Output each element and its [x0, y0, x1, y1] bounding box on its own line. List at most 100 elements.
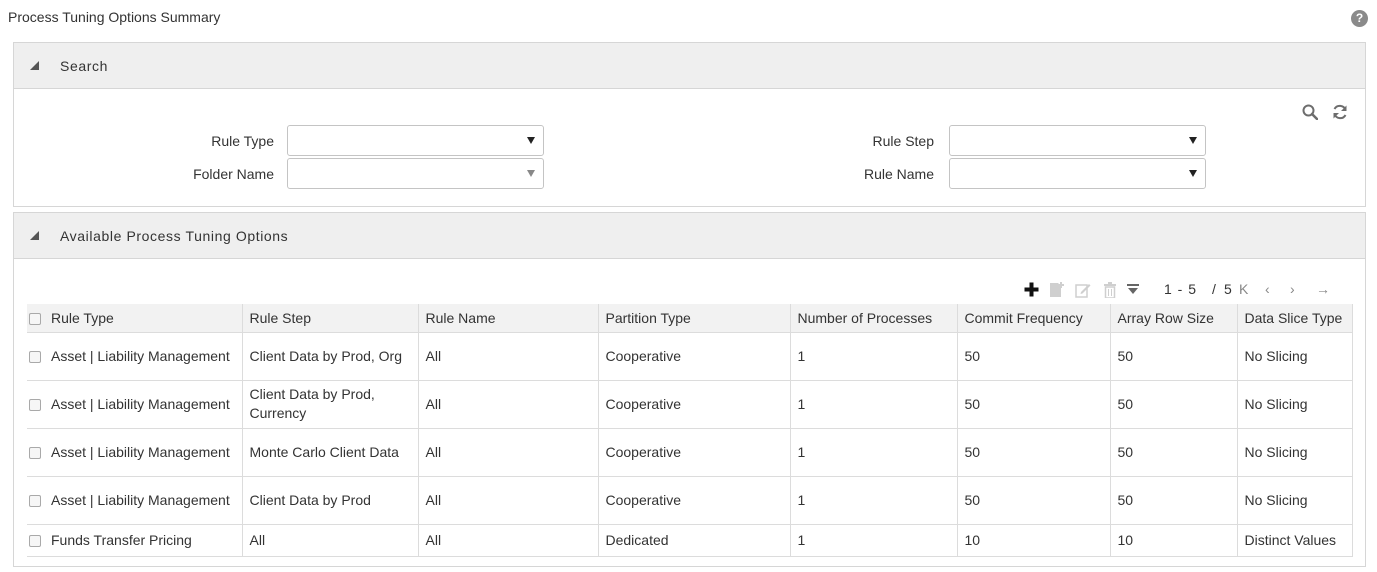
table-row[interactable]: Funds Transfer Pricing All All Dedicated… — [27, 524, 1353, 557]
process-tuning-table: Rule Type Rule Step Rule Name Partition … — [27, 304, 1353, 557]
cell-commit-frequency: 50 — [957, 476, 1111, 525]
cell-data-slice-type: No Slicing — [1237, 332, 1353, 381]
cell-rule-step: Monte Carlo Client Data — [242, 428, 419, 477]
cell-commit-frequency: 50 — [957, 428, 1111, 477]
select-all-checkbox-cell[interactable] — [27, 304, 49, 333]
cell-rule-type: Asset | Liability Management — [49, 476, 243, 525]
rule-name-label: Rule Name — [863, 166, 934, 182]
column-header-partition-type[interactable]: Partition Type — [598, 304, 791, 333]
page-title: Process Tuning Options Summary — [8, 9, 221, 25]
folder-name-select[interactable] — [287, 158, 544, 189]
table-row[interactable]: Asset | Liability Management Client Data… — [27, 476, 1353, 525]
cell-partition-type: Dedicated — [598, 524, 791, 557]
collapse-icon[interactable] — [30, 60, 39, 70]
edit-icon[interactable] — [1075, 282, 1091, 302]
cell-commit-frequency: 10 — [957, 524, 1111, 557]
cell-number-of-processes: 1 — [790, 380, 958, 429]
chevron-down-icon — [1189, 137, 1197, 144]
row-checkbox[interactable] — [29, 446, 41, 459]
options-panel: Available Process Tuning Options 1 - 5 /… — [13, 212, 1366, 567]
column-header-array-row-size[interactable]: Array Row Size — [1110, 304, 1238, 333]
add-icon[interactable] — [1024, 282, 1039, 301]
row-checkbox-cell[interactable] — [27, 428, 49, 477]
cell-number-of-processes: 1 — [790, 428, 958, 477]
column-header-commit-frequency[interactable]: Commit Frequency — [957, 304, 1111, 333]
cell-partition-type: Cooperative — [598, 428, 791, 477]
chevron-down-icon — [527, 170, 535, 177]
column-header-rule-step[interactable]: Rule Step — [242, 304, 419, 333]
prev-page-icon[interactable]: ‹ — [1265, 281, 1271, 297]
search-icon[interactable] — [1302, 104, 1319, 123]
cell-number-of-processes: 1 — [790, 332, 958, 381]
cell-rule-type: Asset | Liability Management — [49, 380, 243, 429]
table-row[interactable]: Asset | Liability Management Client Data… — [27, 332, 1353, 381]
filter-icon[interactable] — [1127, 282, 1139, 300]
search-panel-header[interactable]: Search — [14, 43, 1365, 89]
cell-array-row-size: 50 — [1110, 332, 1238, 381]
cell-rule-name: All — [418, 428, 599, 477]
chevron-down-icon — [527, 137, 535, 144]
pager-separator: / — [1212, 281, 1217, 297]
row-checkbox[interactable] — [29, 350, 41, 363]
table-row[interactable]: Asset | Liability Management Client Data… — [27, 380, 1353, 429]
cell-data-slice-type: Distinct Values — [1237, 524, 1353, 557]
row-checkbox-cell[interactable] — [27, 524, 49, 557]
cell-rule-name: All — [418, 476, 599, 525]
cell-commit-frequency: 50 — [957, 380, 1111, 429]
collapse-icon[interactable] — [30, 230, 39, 240]
cell-rule-step: All — [242, 524, 419, 557]
cell-rule-name: All — [418, 380, 599, 429]
help-icon[interactable]: ? — [1351, 10, 1368, 27]
cell-rule-step: Client Data by Prod, Org — [242, 332, 419, 381]
options-panel-title: Available Process Tuning Options — [60, 227, 289, 244]
cell-data-slice-type: No Slicing — [1237, 380, 1353, 429]
rule-step-select[interactable] — [949, 125, 1206, 156]
cell-number-of-processes: 1 — [790, 524, 958, 557]
cell-rule-step: Client Data by Prod — [242, 476, 419, 525]
cell-data-slice-type: No Slicing — [1237, 476, 1353, 525]
first-page-icon[interactable]: K — [1239, 281, 1249, 297]
row-checkbox-cell[interactable] — [27, 380, 49, 429]
options-panel-header[interactable]: Available Process Tuning Options — [14, 213, 1365, 259]
folder-name-label: Folder Name — [193, 166, 274, 182]
cell-rule-step: Client Data by Prod, Currency — [242, 380, 419, 429]
chevron-down-icon — [1189, 170, 1197, 177]
column-header-data-slice-type[interactable]: Data Slice Type — [1237, 304, 1353, 333]
cell-rule-type: Asset | Liability Management — [49, 332, 243, 381]
search-panel: Search Rule Type Folder Name Rule Step R… — [13, 42, 1366, 207]
cell-data-slice-type: No Slicing — [1237, 428, 1353, 477]
table-row[interactable]: Asset | Liability Management Monte Carlo… — [27, 428, 1353, 477]
row-checkbox[interactable] — [29, 494, 41, 507]
cell-partition-type: Cooperative — [598, 380, 791, 429]
cell-rule-name: All — [418, 332, 599, 381]
reset-icon[interactable] — [1332, 104, 1348, 123]
cell-partition-type: Cooperative — [598, 332, 791, 381]
rule-step-label: Rule Step — [872, 133, 934, 149]
row-checkbox-cell[interactable] — [27, 332, 49, 381]
pager-range: 1 - 5 — [1164, 281, 1198, 297]
cell-number-of-processes: 1 — [790, 476, 958, 525]
row-checkbox[interactable] — [29, 534, 41, 547]
rule-name-select[interactable] — [949, 158, 1206, 189]
cell-partition-type: Cooperative — [598, 476, 791, 525]
rule-type-select[interactable] — [287, 125, 544, 156]
cell-commit-frequency: 50 — [957, 332, 1111, 381]
cell-array-row-size: 50 — [1110, 476, 1238, 525]
last-page-icon[interactable]: → — [1316, 281, 1331, 297]
column-header-rule-type[interactable]: Rule Type — [49, 304, 243, 333]
table-header-row: Rule Type Rule Step Rule Name Partition … — [27, 304, 1353, 333]
row-checkbox-cell[interactable] — [27, 476, 49, 525]
cell-rule-type: Asset | Liability Management — [49, 428, 243, 477]
column-header-rule-name[interactable]: Rule Name — [418, 304, 599, 333]
search-panel-title: Search — [60, 57, 108, 74]
select-all-checkbox[interactable] — [29, 313, 41, 326]
cell-rule-name: All — [418, 524, 599, 557]
column-header-number-of-processes[interactable]: Number of Processes — [790, 304, 958, 333]
cell-array-row-size: 50 — [1110, 380, 1238, 429]
cell-array-row-size: 10 — [1110, 524, 1238, 557]
next-page-icon[interactable]: › — [1290, 281, 1296, 297]
row-checkbox[interactable] — [29, 398, 41, 411]
copy-icon[interactable] — [1049, 282, 1065, 302]
delete-icon[interactable] — [1103, 282, 1117, 302]
rule-type-label: Rule Type — [211, 133, 274, 149]
